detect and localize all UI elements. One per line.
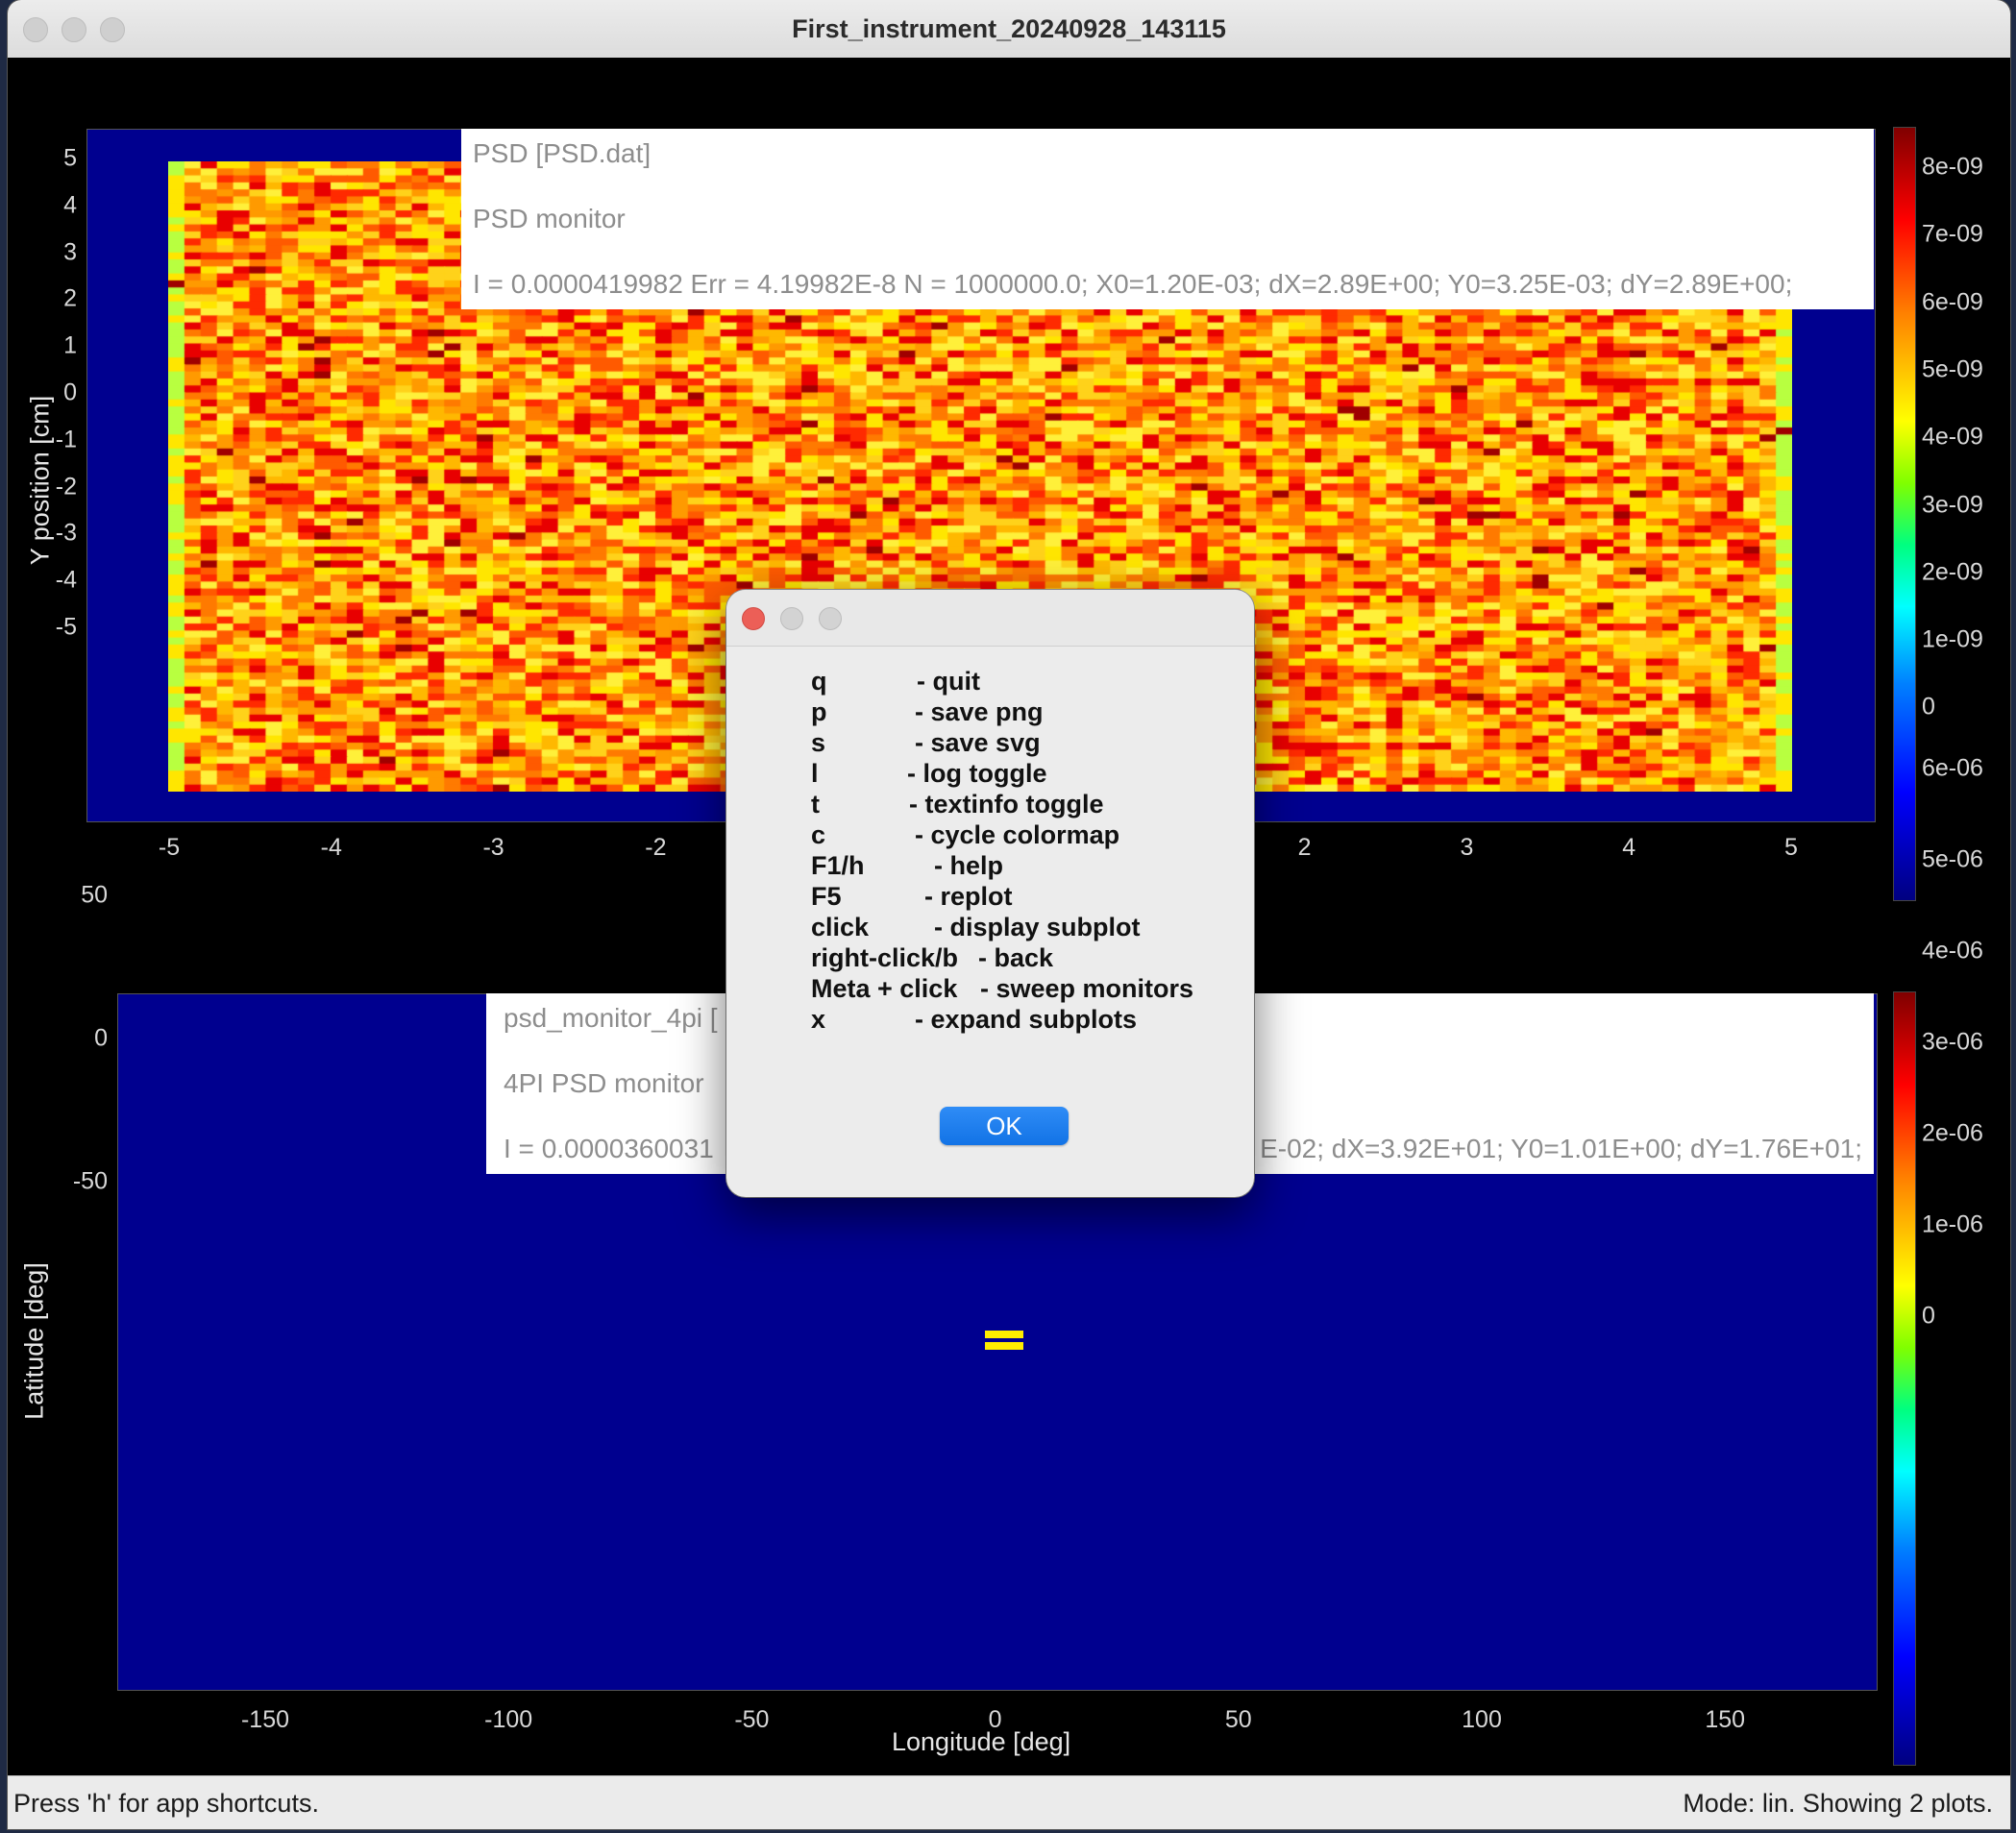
bottom-info-title: psd_monitor_4pi [ — [504, 1003, 718, 1033]
bottom-x-axis-label: Longitude [deg] — [892, 1727, 1071, 1756]
top-info-title: PSD [PSD.dat] — [473, 138, 652, 168]
y-tick-label: 3 — [63, 238, 77, 266]
colorbar-tick-label: 0 — [1922, 693, 1935, 721]
colorbar-tick-label: 5e-09 — [1922, 355, 1983, 383]
top-info-subtitle: PSD monitor — [473, 204, 626, 233]
help-description: - help — [934, 851, 1003, 880]
x-tick-label: -50 — [734, 1706, 770, 1733]
colorbar-tick-label: 4e-09 — [1922, 423, 1983, 451]
x-tick-label: 50 — [1224, 1706, 1252, 1733]
top-y-axis-label: Y position [cm] — [25, 395, 55, 566]
y-tick-label: 50 — [81, 881, 108, 909]
window-title: First_instrument_20240928_143115 — [792, 14, 1226, 43]
x-tick-label: 150 — [1705, 1706, 1746, 1733]
help-description: - display subplot — [934, 913, 1141, 941]
dialog-close-button[interactable] — [742, 607, 765, 630]
colorbar-tick-label: 2e-09 — [1922, 558, 1983, 586]
help-key: q — [811, 667, 827, 696]
colorbar-tick-label: 5e-06 — [1922, 845, 1983, 873]
bottom-info-stats-left: I = 0.0000360031 — [504, 1134, 714, 1163]
help-description: - save png — [915, 697, 1044, 726]
bottom-colorbar — [1893, 991, 1916, 1766]
bottom-y-axis-label: Latitude [deg] — [19, 1262, 49, 1420]
x-tick-label: -4 — [320, 834, 342, 861]
status-left: Press 'h' for app shortcuts. — [13, 1789, 319, 1818]
window-titlebar: First_instrument_20240928_143115 — [8, 0, 2010, 59]
colorbar-tick-label: 0 — [1922, 1302, 1935, 1330]
ok-button[interactable]: OK — [940, 1107, 1069, 1145]
help-key: click — [811, 913, 870, 941]
help-dialog: q - quit p - save png s - save svg l - log togg… — [726, 590, 1254, 1197]
help-key: l — [811, 759, 819, 788]
help-key: s — [811, 728, 826, 757]
help-key: F5 — [811, 882, 842, 911]
help-description: - replot — [924, 882, 1013, 911]
colorbar-tick-label: 4e-06 — [1922, 937, 1983, 965]
bottom-hotspot-upper — [985, 1331, 1023, 1338]
y-tick-label: -2 — [55, 473, 77, 501]
y-tick-label: -5 — [55, 613, 77, 641]
dialog-titlebar — [726, 590, 1254, 647]
x-tick-label: -2 — [645, 834, 667, 861]
y-tick-label: -50 — [72, 1167, 108, 1195]
help-description: - expand subplots — [915, 1005, 1138, 1034]
y-tick-label: 4 — [63, 191, 77, 219]
top-info-stats: I = 0.0000419982 Err = 4.19982E-8 N = 10… — [473, 269, 1793, 299]
help-key: c — [811, 820, 826, 849]
y-tick-label: -4 — [55, 566, 77, 594]
help-key: right-click/b — [811, 943, 959, 972]
help-key: t — [811, 790, 820, 819]
bottom-info-stats-right: E-02; dX=3.92E+01; Y0=1.01E+00; dY=1.76E… — [1260, 1134, 1862, 1163]
colorbar-tick-label: 7e-09 — [1922, 220, 1983, 248]
help-key: x — [811, 1005, 826, 1034]
help-key: Meta + click — [811, 974, 958, 1003]
y-tick-label: 0 — [63, 379, 77, 406]
help-key: F1/h — [811, 851, 865, 880]
help-description: - log toggle — [907, 759, 1047, 788]
x-tick-label: 3 — [1460, 834, 1474, 861]
y-tick-label: 2 — [63, 284, 77, 312]
colorbar-tick-label: 1e-09 — [1922, 625, 1983, 653]
colorbar-tick-label: 1e-06 — [1922, 1210, 1983, 1238]
help-description: - sweep monitors — [980, 974, 1194, 1003]
x-tick-label: 2 — [1297, 834, 1312, 861]
status-bar: Press 'h' for app shortcuts. Mode: lin. … — [8, 1775, 2010, 1829]
y-tick-label: 1 — [63, 331, 77, 359]
help-description: - textinfo toggle — [909, 790, 1104, 819]
bottom-info-subtitle: 4PI PSD monitor — [504, 1068, 704, 1098]
top-colorbar — [1893, 127, 1916, 901]
dialog-zoom-button[interactable] — [819, 607, 842, 630]
x-tick-label: -100 — [484, 1706, 533, 1733]
y-tick-label: -1 — [55, 426, 77, 453]
colorbar-tick-label: 8e-09 — [1922, 153, 1983, 181]
colorbar-tick-label: 6e-06 — [1922, 754, 1983, 782]
status-right: Mode: lin. Showing 2 plots. — [1683, 1789, 1993, 1818]
dialog-minimize-button[interactable] — [780, 607, 803, 630]
help-description: - save svg — [915, 728, 1041, 757]
x-tick-label: -3 — [482, 834, 504, 861]
help-description: - quit — [917, 667, 980, 696]
x-tick-label: 5 — [1784, 834, 1798, 861]
help-description: - back — [978, 943, 1054, 972]
x-tick-label: 4 — [1622, 834, 1636, 861]
help-description: - cycle colormap — [915, 820, 1120, 849]
x-tick-label: -5 — [158, 834, 181, 861]
top-info-box: PSD [PSD.dat] PSD monitor I = 0.00004199… — [461, 129, 1874, 309]
bottom-hotspot-lower — [985, 1342, 1023, 1350]
x-tick-label: -150 — [240, 1706, 290, 1733]
x-tick-label: 100 — [1462, 1706, 1502, 1733]
colorbar-tick-label: 6e-09 — [1922, 288, 1983, 316]
help-key: p — [811, 697, 827, 726]
colorbar-tick-label: 3e-09 — [1922, 491, 1983, 518]
y-tick-label: 0 — [94, 1024, 108, 1052]
y-tick-label: 5 — [63, 144, 77, 172]
colorbar-tick-label: 2e-06 — [1922, 1119, 1983, 1147]
colorbar-tick-label: 3e-06 — [1922, 1028, 1983, 1056]
y-tick-label: -3 — [55, 519, 77, 547]
